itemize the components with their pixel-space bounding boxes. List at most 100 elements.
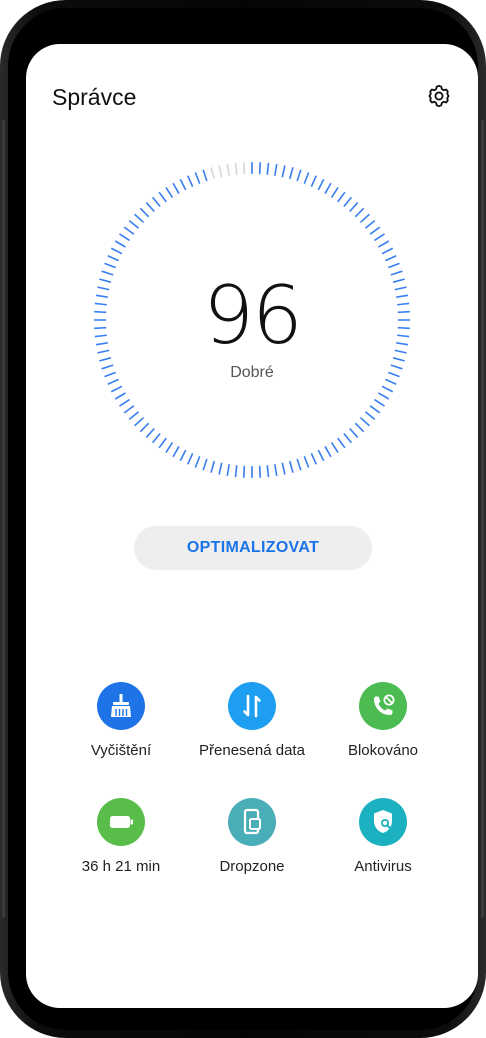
- gauge-tick-active: [202, 169, 208, 182]
- gauge-tick-active: [172, 446, 180, 458]
- gauge-tick-active: [258, 465, 262, 478]
- gauge-tick-active: [343, 196, 353, 208]
- gauge-tick-inactive: [210, 167, 215, 180]
- gauge-tick-active: [95, 294, 108, 298]
- tool-label: Dropzone: [219, 858, 285, 875]
- gauge-tick-active: [97, 286, 110, 291]
- gauge-tick-active: [158, 437, 167, 449]
- gauge-tick-active: [266, 465, 270, 478]
- gauge-tick-active: [145, 202, 155, 213]
- gauge-tick-active: [359, 417, 370, 427]
- gauge-tick-active: [281, 165, 286, 178]
- gauge-tick-active: [396, 294, 409, 298]
- phone-edge-right: [481, 120, 484, 918]
- gauge-tick-active: [330, 442, 339, 453]
- gauge-tick-active: [114, 240, 126, 248]
- gauge-tick-active: [110, 247, 123, 255]
- gauge-tick-active: [99, 357, 112, 362]
- gauge-tick-active: [364, 411, 376, 421]
- optimize-button[interactable]: OPTIMALIZOVAT: [134, 526, 372, 570]
- gauge-tick-active: [165, 187, 174, 198]
- gauge-tick-active: [392, 278, 405, 283]
- gauge-tick-active: [151, 196, 161, 208]
- tool-label: 36 h 21 min: [81, 858, 161, 875]
- gauge-tick-active: [289, 460, 294, 473]
- gauge-tick-active: [388, 371, 400, 378]
- tool-label: Přenesená data: [199, 742, 305, 759]
- gauge-tick-inactive: [218, 165, 223, 178]
- gauge-tick-active: [337, 191, 346, 203]
- gauge-tick-active: [107, 255, 119, 262]
- gauge-tick-active: [354, 422, 365, 433]
- gauge-tick-active: [394, 349, 407, 354]
- gauge-tick-active: [134, 213, 145, 223]
- gauge-tick-active: [274, 464, 278, 477]
- gauge-tick-active: [94, 334, 107, 338]
- gauge-tick-active: [274, 163, 278, 176]
- gauge-tick-active: [396, 342, 409, 346]
- gauge-tick-active: [123, 226, 135, 235]
- gauge-tick-active: [289, 167, 294, 180]
- shield-scan-icon: [359, 798, 407, 846]
- tool-data-usage[interactable]: Přenesená data: [177, 682, 327, 782]
- gauge-tick-active: [397, 334, 410, 338]
- gauge-tick-active: [101, 364, 114, 370]
- gauge-tick-active: [381, 247, 394, 255]
- gauge-tick-active: [104, 371, 116, 378]
- gear-icon: [428, 84, 450, 108]
- gauge-tick-active: [378, 392, 390, 400]
- tool-antivirus[interactable]: Antivirus: [308, 798, 458, 898]
- gauge-tick-active: [94, 326, 107, 330]
- gauge-tick-active: [218, 462, 223, 475]
- gauge-tick-active: [187, 175, 194, 187]
- gauge-tick-active: [337, 437, 346, 449]
- gauge-tick-active: [349, 202, 359, 213]
- gauge-tick-inactive: [242, 162, 246, 175]
- gauge-tick-active: [172, 182, 180, 194]
- gauge-tick-active: [330, 187, 339, 198]
- gauge-tick-active: [394, 286, 407, 291]
- settings-button[interactable]: [426, 83, 452, 109]
- gauge-tick-active: [317, 449, 325, 462]
- phone-edge-left: [2, 120, 5, 918]
- tool-cleanup[interactable]: Vyčištění: [46, 682, 196, 782]
- battery-icon: [97, 798, 145, 846]
- gauge-tick-active: [128, 411, 140, 421]
- tool-label: Vyčištění: [90, 742, 152, 759]
- tool-dropzone[interactable]: Dropzone: [177, 798, 327, 898]
- tool-battery[interactable]: 36 h 21 min: [46, 798, 196, 898]
- tool-label: Blokováno: [347, 742, 419, 759]
- gauge-tick-active: [158, 191, 167, 203]
- phone-frame: Správce 96 Dobré OPTIMALIZOVAT Vyčištění: [0, 0, 486, 1038]
- gauge-tick-active: [266, 162, 270, 175]
- gauge-tick-active: [139, 422, 150, 433]
- gauge-tick-active: [139, 207, 150, 218]
- gauge-tick-active: [324, 446, 332, 458]
- gauge-tick-active: [303, 456, 310, 468]
- gauge-tick-active: [397, 326, 410, 330]
- gauge-tick-active: [107, 378, 119, 385]
- gauge-tick-active: [381, 385, 394, 393]
- gauge-tick-active: [242, 465, 246, 478]
- gauge-tick-active: [119, 398, 130, 407]
- dropzone-icon: [228, 798, 276, 846]
- gauge-tick-active: [397, 302, 410, 306]
- gauge-tick-active: [354, 207, 365, 218]
- gauge-tick-active: [151, 432, 161, 444]
- gauge-tick-active: [390, 364, 403, 370]
- gauge-tick-active: [369, 405, 381, 414]
- gauge-tick-active: [210, 460, 215, 473]
- gauge-tick-active: [317, 178, 325, 191]
- blocked-call-icon: [359, 682, 407, 730]
- gauge-tick-active: [359, 213, 370, 223]
- gauge-tick-active: [110, 385, 123, 393]
- score-value: 96: [203, 269, 303, 362]
- gauge-tick-active: [378, 240, 390, 248]
- tool-blocked[interactable]: Blokováno: [308, 682, 458, 782]
- gauge-tick-active: [310, 453, 317, 465]
- tool-label: Antivirus: [354, 858, 412, 875]
- gauge-tick-inactive: [234, 162, 238, 175]
- gauge-tick-active: [364, 219, 376, 229]
- gauge-tick-active: [95, 342, 108, 346]
- gauge-tick-active: [324, 182, 332, 194]
